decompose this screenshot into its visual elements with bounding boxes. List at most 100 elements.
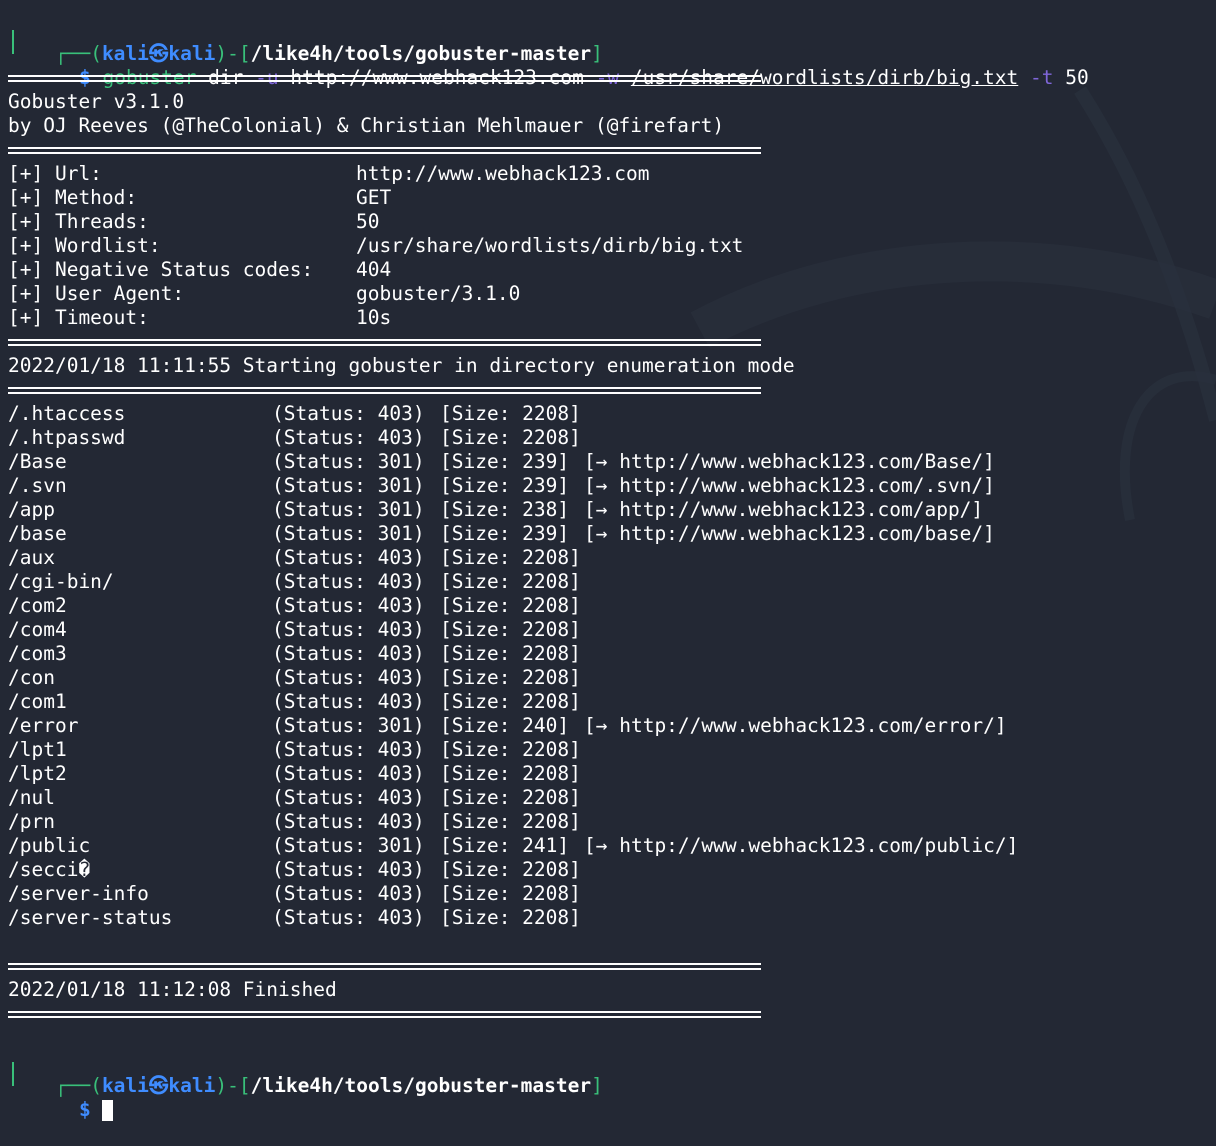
kali-skull-icon: ㉿ — [148, 1074, 169, 1097]
result-row: /con (Status: 403) [Size: 2208] — [8, 666, 1208, 690]
result-status: (Status: 403) — [272, 642, 425, 665]
result-size: [Size: 239] — [440, 474, 570, 497]
result-path: /cgi-bin/ — [8, 570, 114, 593]
result-status: (Status: 403) — [272, 810, 425, 833]
config-value: /usr/share/wordlists/dirb/big.txt — [356, 234, 744, 257]
result-path: /com2 — [8, 594, 67, 617]
separator — [8, 339, 761, 346]
result-status: (Status: 403) — [272, 546, 425, 569]
config-value: 10s — [356, 306, 392, 329]
command-threads: 50 — [1065, 66, 1089, 89]
result-status: (Status: 403) — [272, 738, 425, 761]
config-label: [+] Threads: — [8, 210, 149, 233]
result-path: /.htaccess — [8, 402, 126, 425]
separator — [8, 387, 761, 394]
result-status: (Status: 301) — [272, 834, 425, 857]
prompt-line: ┌──(kali㉿kali)-[/like4h/tools/gobuster-m… — [8, 1050, 603, 1097]
result-status: (Status: 403) — [272, 402, 425, 425]
result-status: (Status: 403) — [272, 882, 425, 905]
result-status: (Status: 301) — [272, 498, 425, 521]
result-size: [Size: 241] — [440, 834, 570, 857]
result-status: (Status: 403) — [272, 570, 425, 593]
result-row: /lpt2 (Status: 403) [Size: 2208] — [8, 762, 1208, 786]
result-row: /prn (Status: 403) [Size: 2208] — [8, 810, 1208, 834]
result-status: (Status: 403) — [272, 666, 425, 689]
result-redirect: [→ http://www.webhack123.com/base/] — [584, 522, 995, 545]
result-size: [Size: 240] — [440, 714, 570, 737]
config-label: [+] Method: — [8, 186, 138, 209]
result-redirect: [→ http://www.webhack123.com/error/] — [584, 714, 1007, 737]
result-size: [Size: 2208] — [440, 666, 581, 689]
prompt-path: /like4h/tools/gobuster-master — [250, 1074, 592, 1097]
result-row: /server-info (Status: 403) [Size: 2208] — [8, 882, 1208, 906]
result-row: /com2 (Status: 403) [Size: 2208] — [8, 594, 1208, 618]
terminal[interactable]: ┌──(kali㉿kali)-[/like4h/tools/gobuster-m… — [0, 0, 1216, 1121]
config-value: 50 — [356, 210, 380, 233]
result-path: /com4 — [8, 618, 67, 641]
result-row: /error (Status: 301) [Size: 240] [→ http://… — [8, 714, 1208, 738]
result-path: /com1 — [8, 690, 67, 713]
result-size: [Size: 239] — [440, 522, 570, 545]
result-status: (Status: 403) — [272, 594, 425, 617]
result-status: (Status: 403) — [272, 786, 425, 809]
result-row: /server-status (Status: 403) [Size: 2208] — [8, 906, 1208, 930]
separator — [8, 147, 761, 154]
result-size: [Size: 239] — [440, 450, 570, 473]
result-redirect: [→ http://www.webhack123.com/.svn/] — [584, 474, 995, 497]
config-row: [+] Url: http://www.webhack123.com — [8, 162, 768, 186]
separator — [8, 963, 761, 970]
result-path: /nul — [8, 786, 55, 809]
result-size: [Size: 2208] — [440, 786, 581, 809]
result-row: /com1 (Status: 403) [Size: 2208] — [8, 690, 1208, 714]
config-value: gobuster/3.1.0 — [356, 282, 521, 305]
result-status: (Status: 403) — [272, 426, 425, 449]
result-status: (Status: 301) — [272, 714, 425, 737]
result-size: [Size: 2208] — [440, 618, 581, 641]
config-row: [+] Timeout: 10s — [8, 306, 768, 330]
separator — [8, 1011, 761, 1018]
command-line[interactable]: $ gobuster dir -u http://www.webhack123.… — [8, 42, 1089, 89]
result-path: /com3 — [8, 642, 67, 665]
config-row: [+] Wordlist: /usr/share/wordlists/dirb/b… — [8, 234, 768, 258]
result-row: /com3 (Status: 403) [Size: 2208] — [8, 642, 1208, 666]
result-path: /Base — [8, 450, 67, 473]
config-row: [+] Method: GET — [8, 186, 768, 210]
result-status: (Status: 301) — [272, 474, 425, 497]
result-size: [Size: 2208] — [440, 546, 581, 569]
config-label: [+] User Agent: — [8, 282, 185, 305]
result-redirect: [→ http://www.webhack123.com/Base/] — [584, 450, 995, 473]
result-path: /secci� — [8, 858, 91, 881]
finish-message: 2022/01/18 11:12:08 Finished — [8, 978, 337, 1001]
result-path: /lpt2 — [8, 762, 67, 785]
banner-authors: by OJ Reeves (@TheColonial) & Christian … — [8, 114, 725, 137]
input-line[interactable]: $ — [8, 1074, 114, 1121]
result-status: (Status: 403) — [272, 906, 425, 929]
result-size: [Size: 2208] — [440, 810, 581, 833]
result-row: /.svn (Status: 301) [Size: 239] [→ http://w… — [8, 474, 1208, 498]
result-path: /prn — [8, 810, 55, 833]
separator — [8, 75, 761, 82]
result-row: /public (Status: 301) [Size: 241] [→ http:/… — [8, 834, 1208, 858]
result-row: /.htpasswd (Status: 403) [Size: 2208] — [8, 426, 1208, 450]
config-value: http://www.webhack123.com — [356, 162, 650, 185]
result-size: [Size: 238] — [440, 498, 570, 521]
result-size: [Size: 2208] — [440, 642, 581, 665]
result-path: /server-status — [8, 906, 173, 929]
result-size: [Size: 2208] — [440, 762, 581, 785]
result-size: [Size: 2208] — [440, 594, 581, 617]
config-value: 404 — [356, 258, 392, 281]
result-status: (Status: 403) — [272, 690, 425, 713]
result-row: /base (Status: 301) [Size: 239] [→ http://w… — [8, 522, 1208, 546]
config-label: [+] Timeout: — [8, 306, 149, 329]
config-label: [+] Wordlist: — [8, 234, 161, 257]
result-row: /.htaccess (Status: 403) [Size: 2208] — [8, 402, 1208, 426]
result-row: /Base (Status: 301) [Size: 239] [→ http://w… — [8, 450, 1208, 474]
result-path: /error — [8, 714, 79, 737]
result-path: /server-info — [8, 882, 149, 905]
config-value: GET — [356, 186, 392, 209]
result-redirect: [→ http://www.webhack123.com/app/] — [584, 498, 984, 521]
result-status: (Status: 403) — [272, 762, 425, 785]
result-size: [Size: 2208] — [440, 858, 581, 881]
result-size: [Size: 2208] — [440, 570, 581, 593]
prompt-line: ┌──(kali㉿kali)-[/like4h/tools/gobuster-m… — [8, 18, 603, 65]
